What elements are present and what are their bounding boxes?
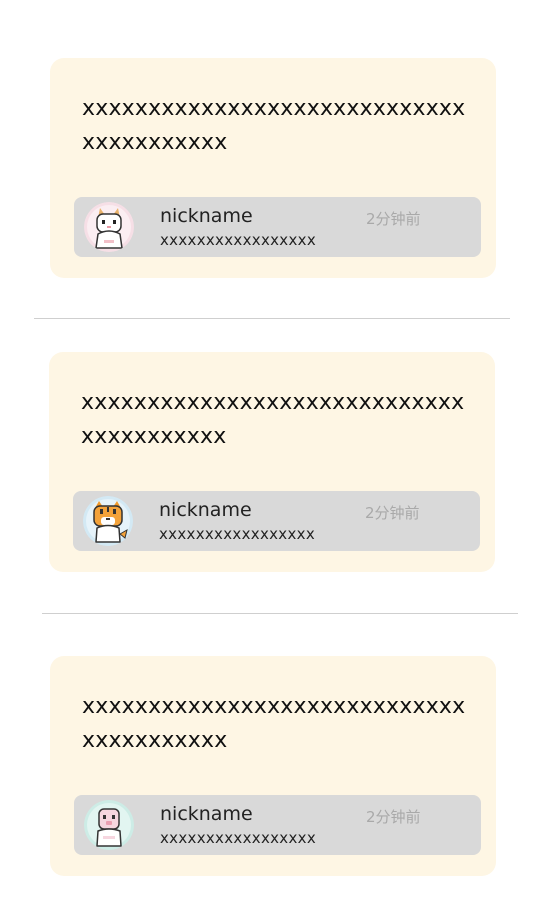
orange-tiger-avatar-icon[interactable] (83, 496, 133, 546)
author-description: xxxxxxxxxxxxxxxxx (159, 525, 316, 543)
author-bar[interactable]: nickname xxxxxxxxxxxxxxxxx 2分钟前 (74, 197, 481, 257)
post-card[interactable]: xxxxxxxxxxxxxxxxxxxxxxxxxxxxxxxxxxxxxxxx… (50, 656, 496, 876)
author-nickname[interactable]: nickname (159, 499, 252, 521)
author-bar[interactable]: nickname xxxxxxxxxxxxxxxxx 2分钟前 (73, 491, 480, 551)
post-content: xxxxxxxxxxxxxxxxxxxxxxxxxxxxxxxxxxxxxxxx (82, 694, 466, 753)
author-nickname[interactable]: nickname (160, 803, 253, 825)
post-content: xxxxxxxxxxxxxxxxxxxxxxxxxxxxxxxxxxxxxxxx (82, 96, 466, 155)
divider (42, 613, 518, 614)
divider (34, 318, 510, 319)
author-nickname[interactable]: nickname (160, 205, 253, 227)
pink-pig-avatar-icon[interactable] (84, 800, 134, 850)
author-description: xxxxxxxxxxxxxxxxx (160, 231, 317, 249)
author-description: xxxxxxxxxxxxxxxxx (160, 829, 317, 847)
post-card[interactable]: xxxxxxxxxxxxxxxxxxxxxxxxxxxxxxxxxxxxxxxx… (49, 352, 495, 572)
post-time: 2分钟前 (366, 808, 421, 826)
post-content: xxxxxxxxxxxxxxxxxxxxxxxxxxxxxxxxxxxxxxxx (81, 390, 465, 449)
white-dragon-avatar-icon[interactable] (84, 202, 134, 252)
author-bar[interactable]: nickname xxxxxxxxxxxxxxxxx 2分钟前 (74, 795, 481, 855)
post-time: 2分钟前 (365, 504, 420, 522)
post-time: 2分钟前 (366, 210, 421, 228)
post-card[interactable]: xxxxxxxxxxxxxxxxxxxxxxxxxxxxxxxxxxxxxxxx… (50, 58, 496, 278)
